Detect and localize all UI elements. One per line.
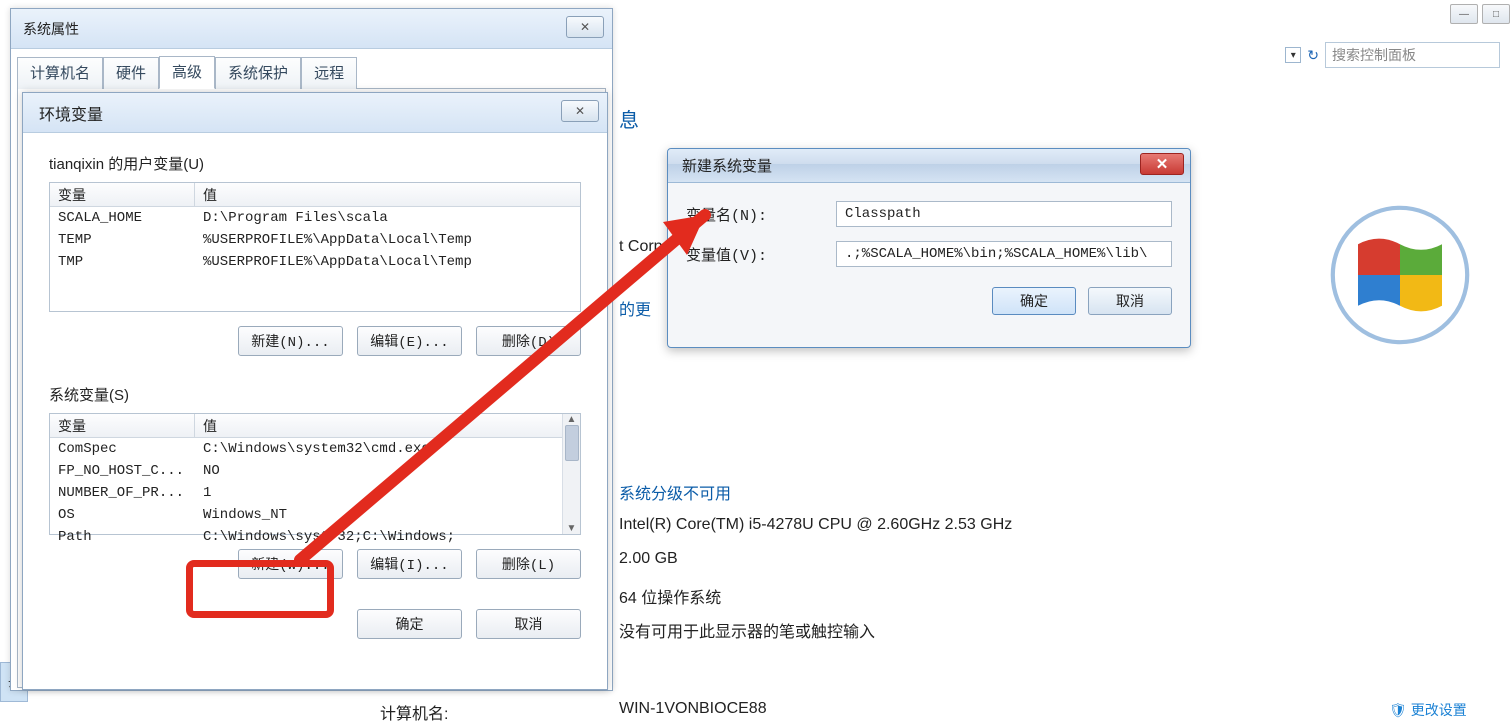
sys-vars-header: 变量 值: [50, 414, 580, 438]
system-delete-button[interactable]: 删除(L): [476, 549, 581, 579]
scroll-up-icon[interactable]: ▲: [567, 414, 577, 425]
system-edit-button[interactable]: 编辑(I)...: [357, 549, 462, 579]
close-icon[interactable]: ✕: [561, 100, 599, 122]
newvar-title-text: 新建系统变量: [682, 155, 772, 176]
environment-variables-dialog: 环境变量 ✕ tianqixin 的用户变量(U) 变量 值 SCALA_HOM…: [22, 92, 608, 690]
cp-toolbar: ▾ ↻ 搜索控制面板: [620, 40, 1500, 70]
var-name-label: 变量名(N):: [686, 204, 836, 225]
refresh-icon[interactable]: ↻: [1307, 47, 1319, 64]
system-new-button[interactable]: 新建(W)...: [238, 549, 343, 579]
titlebar-buttons: — □: [1450, 4, 1510, 24]
windows-logo-icon: [1330, 205, 1470, 345]
tab-computer-name[interactable]: 计算机名: [17, 57, 103, 89]
table-row[interactable]: PathC:\Windows\syst 32;C:\Windows;: [50, 526, 562, 548]
env-ok-button[interactable]: 确定: [357, 609, 462, 639]
newvar-title: 新建系统变量 ✕: [668, 149, 1190, 183]
computer-name-value: WIN-1VONBIOCE88: [619, 700, 767, 718]
table-row[interactable]: NUMBER_OF_PR...1: [50, 482, 562, 504]
table-row[interactable]: FP_NO_HOST_C...NO: [50, 460, 562, 482]
new-system-variable-dialog: 新建系统变量 ✕ 变量名(N): Classpath 变量值(V): .;%SC…: [667, 148, 1191, 348]
tab-hardware[interactable]: 硬件: [103, 57, 159, 89]
system-vars-list[interactable]: 变量 值 ComSpecC:\Windows\system32\cmd.exeF…: [49, 413, 581, 535]
table-row[interactable]: TEMP%USERPROFILE%\AppData\Local\Temp: [50, 229, 580, 251]
scroll-down-icon[interactable]: ▼: [567, 523, 577, 534]
link-frag-update[interactable]: 的更: [619, 296, 651, 320]
text-frag-corp: t Corp: [619, 238, 663, 256]
user-delete-button[interactable]: 删除(D): [476, 326, 581, 356]
search-input[interactable]: 搜索控制面板: [1325, 42, 1500, 68]
user-vars-list[interactable]: 变量 值 SCALA_HOMED:\Program Files\scalaTEM…: [49, 182, 581, 312]
change-settings-label: 更改设置: [1411, 700, 1467, 720]
table-row[interactable]: ComSpecC:\Windows\system32\cmd.exe: [50, 438, 562, 460]
close-icon[interactable]: ✕: [1140, 153, 1184, 175]
var-name-input[interactable]: Classpath: [836, 201, 1172, 227]
ram-info: 2.00 GB: [619, 550, 678, 568]
sysprops-title-text: 系统属性: [23, 19, 79, 39]
tab-advanced[interactable]: 高级: [159, 56, 215, 89]
cpu-info: Intel(R) Core(TM) i5-4278U CPU @ 2.60GHz…: [619, 516, 1012, 534]
env-title-text: 环境变量: [39, 101, 103, 125]
env-title: 环境变量 ✕: [23, 93, 607, 133]
sysprops-title: 系统属性 ✕: [11, 9, 612, 49]
user-new-button[interactable]: 新建(N)...: [238, 326, 343, 356]
system-vars-label: 系统变量(S): [49, 384, 581, 405]
maximize-button[interactable]: □: [1482, 4, 1510, 24]
tab-system-protection[interactable]: 系统保护: [215, 57, 301, 89]
newvar-cancel-button[interactable]: 取消: [1088, 287, 1172, 315]
var-value-label: 变量值(V):: [686, 244, 836, 265]
table-row[interactable]: SCALA_HOMED:\Program Files\scala: [50, 207, 580, 229]
rating-link[interactable]: 系统分级不可用: [619, 480, 731, 504]
newvar-ok-button[interactable]: 确定: [992, 287, 1076, 315]
sysprops-tabs: 计算机名 硬件 高级 系统保护 远程: [11, 49, 612, 88]
tab-remote[interactable]: 远程: [301, 57, 357, 89]
col-header-name: 变量: [50, 414, 195, 438]
var-value-input[interactable]: .;%SCALA_HOME%\bin;%SCALA_HOME%\lib\: [836, 241, 1172, 267]
computer-name-label: 计算机名:: [380, 700, 448, 724]
scroll-thumb[interactable]: [565, 425, 579, 461]
col-header-name: 变量: [50, 183, 195, 207]
col-header-value: 值: [195, 183, 580, 207]
pen-touch-info: 没有可用于此显示器的笔或触控输入: [619, 618, 875, 642]
user-edit-button[interactable]: 编辑(E)...: [357, 326, 462, 356]
col-header-value: 值: [195, 414, 580, 438]
section-heading-frag: 息: [619, 104, 639, 133]
minimize-button[interactable]: —: [1450, 4, 1478, 24]
env-cancel-button[interactable]: 取消: [476, 609, 581, 639]
scrollbar[interactable]: ▲ ▼: [562, 414, 580, 534]
breadcrumb-dropdown[interactable]: ▾: [1285, 47, 1301, 63]
close-icon[interactable]: ✕: [566, 16, 604, 38]
change-settings-link[interactable]: 🛡 更改设置: [1389, 700, 1467, 720]
table-row[interactable]: OSWindows_NT: [50, 504, 562, 526]
user-vars-label: tianqixin 的用户变量(U): [49, 153, 581, 174]
user-vars-header: 变量 值: [50, 183, 580, 207]
os-type: 64 位操作系统: [619, 584, 721, 608]
table-row[interactable]: TMP%USERPROFILE%\AppData\Local\Temp: [50, 251, 580, 273]
